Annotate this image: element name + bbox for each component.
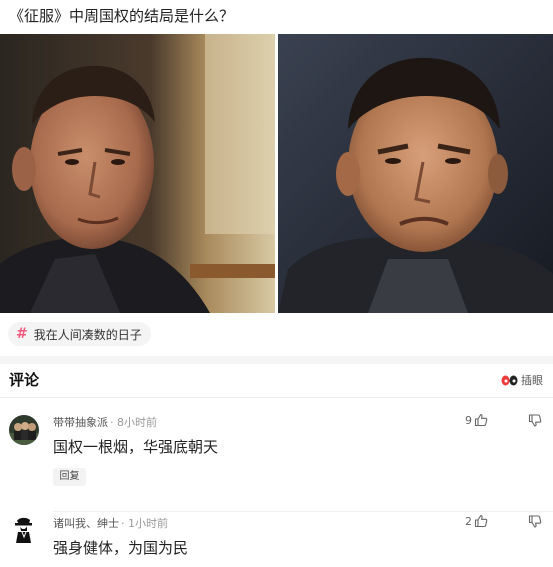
comment-username[interactable]: 带带抽象派 [53, 416, 108, 429]
photo-right[interactable] [278, 34, 553, 313]
avatar[interactable] [9, 515, 39, 545]
comment-divider [53, 511, 553, 512]
comment-text: 强身健体，为国为民 [53, 539, 189, 557]
comment-meta: 带带抽象派 · 8小时前 [53, 414, 157, 430]
comment-time: · 1小时前 [121, 517, 168, 530]
thumbs-down-icon [528, 515, 542, 528]
like-count: 9 [465, 413, 472, 427]
like-button[interactable]: 2 [465, 514, 488, 528]
dislike-button[interactable] [528, 413, 543, 428]
section-divider [0, 356, 553, 364]
thumbs-up-icon [474, 514, 488, 528]
topic-label: 我在人间凑数的日子 [33, 327, 142, 342]
avatar-image [9, 415, 39, 445]
thumbs-down-icon [528, 414, 542, 427]
photo-right-image [278, 34, 553, 313]
comment-text: 国权一根烟，华强底朝天 [53, 438, 219, 456]
insert-meme-button[interactable]: 插眼 [501, 372, 543, 388]
question-title: 《征服》中周国权的结局是什么？ [9, 7, 235, 25]
photo-left-image [0, 34, 275, 313]
insert-meme-label: 插眼 [521, 374, 543, 387]
avatar-image [9, 515, 39, 545]
heading-divider [0, 397, 553, 398]
like-button[interactable]: 9 [465, 413, 488, 427]
like-count: 2 [465, 514, 472, 528]
thumbs-up-icon [474, 413, 488, 427]
comment-meta: 诸叫我、绅士 · 1小时前 [53, 515, 168, 531]
photo-left[interactable] [0, 34, 275, 313]
hash-icon: # [16, 326, 28, 342]
comment-time: · 8小时前 [110, 416, 157, 429]
avatar[interactable] [9, 415, 39, 445]
comments-heading: 评论 [9, 371, 40, 389]
comment-username[interactable]: 诸叫我、绅士 [53, 517, 119, 530]
topic-chip[interactable]: # 我在人间凑数的日子 [8, 322, 151, 346]
eye-meme-icon [501, 375, 518, 385]
reply-button[interactable]: 回复 [53, 468, 86, 486]
dislike-button[interactable] [528, 514, 543, 529]
